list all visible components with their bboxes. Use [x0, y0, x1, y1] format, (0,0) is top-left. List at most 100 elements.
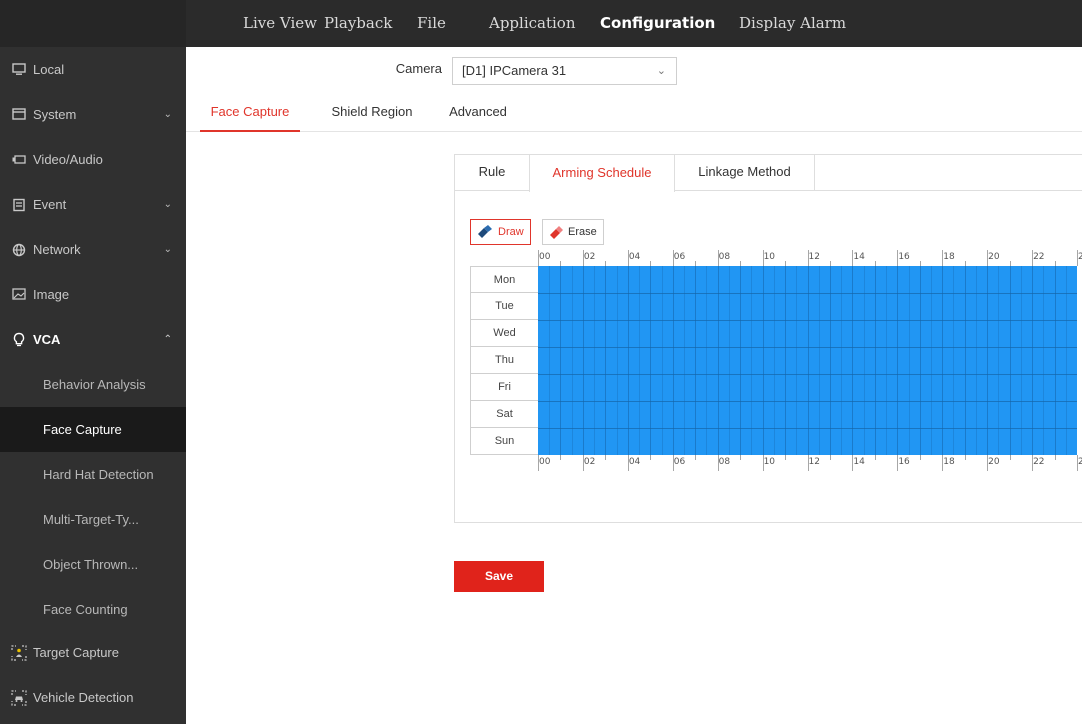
grid-line: [728, 266, 730, 455]
sidebar-subitem-behavior-analysis[interactable]: Behavior Analysis: [0, 362, 186, 407]
subtab-rule[interactable]: Rule: [455, 154, 529, 191]
sidebar-subitem-label: Face Counting: [43, 602, 128, 617]
main-content: Camera [D1] IPCamera 31 ⌄ Face Capture S…: [186, 47, 1082, 724]
hour-tick: [1032, 455, 1034, 471]
sidebar-item-network[interactable]: Network ⌄: [0, 227, 186, 272]
hour-tick: [942, 455, 944, 471]
hour-label: 12: [808, 252, 820, 262]
sidebar-item-label: System: [33, 107, 77, 122]
hour-tick: [762, 455, 764, 471]
grid-line: [886, 266, 888, 455]
camera-select[interactable]: [D1] IPCamera 31 ⌄: [452, 57, 677, 85]
sidebar-subitem-face-counting[interactable]: Face Counting: [0, 587, 186, 632]
sidebar-item-target-capture[interactable]: Target Capture: [0, 630, 186, 675]
window-icon: [11, 92, 27, 137]
nav-file[interactable]: File: [417, 0, 446, 47]
hour-label: 02: [583, 457, 596, 467]
sidebar-item-label: Vehicle Detection: [33, 690, 134, 705]
sidebar-item-image[interactable]: Image: [0, 272, 186, 317]
subtab-arming-schedule[interactable]: Arming Schedule: [529, 154, 675, 192]
sidebar-item-label: Event: [33, 197, 67, 212]
grid-line: [605, 266, 607, 455]
hour-label: 18: [943, 457, 955, 467]
nav-application[interactable]: Application: [489, 0, 576, 47]
sidebar-item-label: Image: [33, 287, 70, 302]
nav-live-view[interactable]: Live View: [243, 0, 317, 47]
sidebar-item-vehicle-detection[interactable]: Vehicle Detection: [0, 675, 186, 720]
nav-configuration[interactable]: Configuration: [600, 0, 715, 47]
hour-tick: [897, 250, 899, 266]
tab-face-capture[interactable]: Face Capture: [200, 94, 300, 132]
hour-tick: [582, 250, 584, 266]
hour-label: 08: [718, 457, 731, 467]
grid-line: [538, 428, 1077, 429]
sidebar: Local System ⌄ Video/Audio Event ⌄ Netwo…: [0, 47, 186, 724]
nav-playback[interactable]: Playback: [324, 0, 392, 47]
sidebar-subitem-hard-hat-detection[interactable]: Hard Hat Detection: [0, 452, 186, 497]
sidebar-item-label: Local: [33, 62, 65, 77]
sidebar-subitem-face-capture[interactable]: Face Capture: [0, 407, 186, 452]
grid-line: [538, 320, 1077, 321]
draw-button[interactable]: Draw: [470, 219, 531, 245]
config-tabs: Face Capture Shield Region Advanced: [186, 94, 1082, 132]
tab-advanced[interactable]: Advanced: [446, 94, 510, 132]
hour-tick: [829, 455, 831, 460]
arming-schedule-grid: 00 02 04 06 08 10 12 14 16 18 20 22 24 MonTueWedThuF…: [470, 250, 1082, 480]
day-label-mon: Mon: [471, 266, 539, 293]
grid-line: [1043, 266, 1045, 455]
grid-line: [987, 266, 989, 455]
grid-line: [964, 266, 966, 455]
sidebar-item-vca[interactable]: VCA ⌃: [0, 317, 186, 362]
sidebar-subitem-label: Behavior Analysis: [43, 377, 146, 392]
sidebar-item-label: Target Capture: [33, 645, 119, 660]
grid-line: [829, 266, 831, 455]
schedule-cells[interactable]: [538, 266, 1077, 455]
sidebar-subitem-label: Object Thrown...: [43, 557, 139, 572]
hour-label: 20: [988, 457, 1000, 467]
hour-label: 22: [1033, 252, 1045, 262]
grid-line: [807, 266, 809, 455]
grid-line: [796, 266, 798, 455]
save-button[interactable]: Save: [454, 561, 544, 592]
subtab-linkage-method[interactable]: Linkage Method: [675, 154, 815, 191]
sidebar-subitem-object-thrown[interactable]: Object Thrown...: [0, 542, 186, 587]
hour-tick: [627, 455, 629, 471]
hour-label: 00: [539, 252, 551, 262]
grid-line: [549, 266, 551, 455]
grid-line: [785, 266, 787, 455]
hour-tick: [672, 250, 674, 266]
chevron-down-icon: ⌄: [163, 109, 172, 120]
settings-panel: Rule Arming Schedule Linkage Method Draw…: [454, 154, 1082, 523]
grid-line: [762, 266, 764, 455]
sidebar-subitem-multi-target-type[interactable]: Multi-Target-Ty...: [0, 497, 186, 542]
grid-line: [1020, 266, 1022, 455]
hour-label: 24: [1078, 457, 1082, 467]
grid-line: [818, 266, 820, 455]
hour-tick: [762, 250, 764, 266]
sidebar-subitem-label: Face Capture: [43, 422, 122, 437]
nav-display-alarm[interactable]: Display Alarm: [739, 0, 846, 47]
hour-label: 06: [673, 252, 686, 262]
hour-tick: [785, 455, 787, 460]
grid-line: [841, 266, 843, 455]
grid-line: [908, 266, 910, 455]
erase-button[interactable]: Erase: [542, 219, 604, 245]
sidebar-item-system[interactable]: System ⌄: [0, 92, 186, 137]
day-label-thu: Thu: [471, 347, 539, 374]
hour-tick: [627, 250, 629, 266]
hour-tick: [605, 455, 607, 460]
hour-label: 08: [718, 252, 731, 262]
hour-label: 12: [808, 457, 820, 467]
sidebar-item-local[interactable]: Local: [0, 47, 186, 92]
hour-tick: [1077, 455, 1078, 471]
eraser-icon: [548, 225, 564, 239]
sidebar-item-video-audio[interactable]: Video/Audio: [0, 137, 186, 182]
hour-tick: [807, 250, 809, 266]
camera-select-value: [D1] IPCamera 31: [462, 63, 567, 78]
sidebar-item-event[interactable]: Event ⌄: [0, 182, 186, 227]
day-label-wed: Wed: [471, 320, 539, 347]
tab-shield-region[interactable]: Shield Region: [322, 94, 422, 132]
hour-label: 20: [988, 252, 1000, 262]
grid-line: [1032, 266, 1034, 455]
hour-tick: [1032, 250, 1034, 266]
